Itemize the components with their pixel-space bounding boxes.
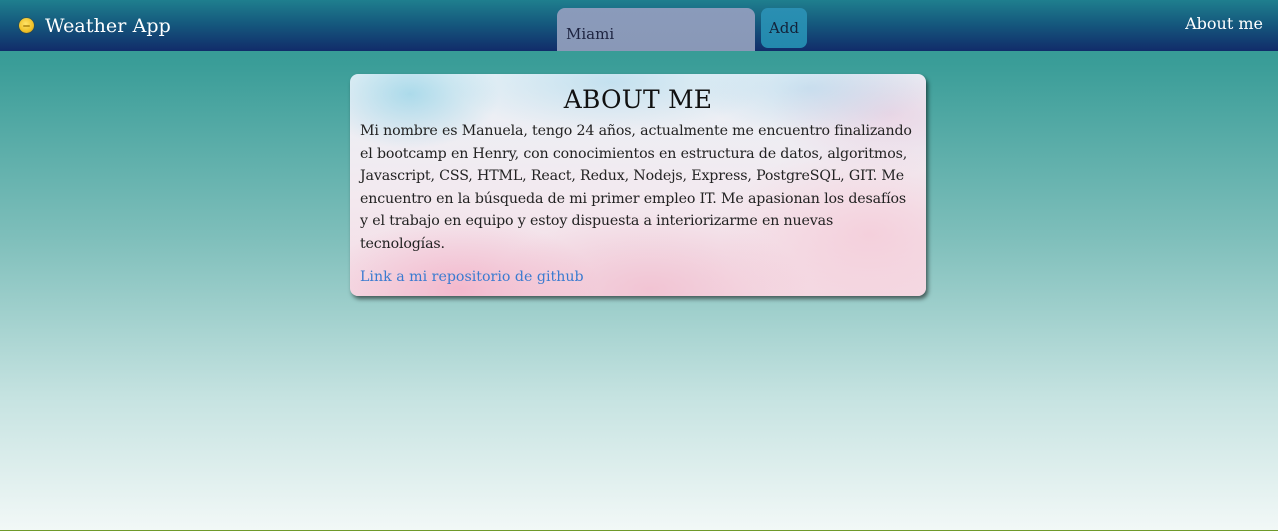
app-title: Weather App [45, 14, 171, 37]
weather-sun-icon [19, 18, 34, 33]
add-city-button[interactable]: Add [761, 8, 807, 48]
about-me-link[interactable]: About me [1185, 14, 1263, 33]
city-search-input[interactable] [557, 8, 755, 51]
about-title: ABOUT ME [563, 85, 713, 114]
brand[interactable]: Weather App [19, 0, 171, 51]
about-card: ABOUT ME Mi nombre es Manuela, tengo 24 … [350, 74, 926, 296]
navbar: Weather App Add About me [0, 0, 1278, 51]
github-repo-link[interactable]: Link a mi repositorio de github [360, 269, 584, 285]
about-description: Mi nombre es Manuela, tengo 24 años, act… [360, 123, 912, 252]
